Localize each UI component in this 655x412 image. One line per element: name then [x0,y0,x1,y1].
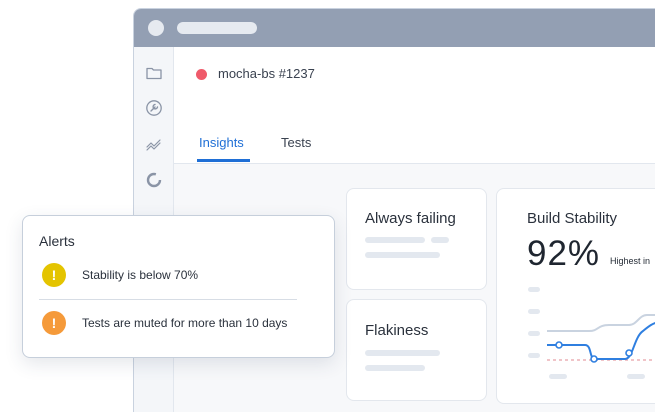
placeholder-line [365,365,425,371]
axis-placeholder [528,353,540,358]
placeholder-line [365,237,425,243]
alerts-title: Alerts [39,233,75,249]
active-tab-indicator [197,159,250,162]
data-point[interactable] [625,349,633,357]
stability-percentage: 92% [527,234,601,273]
build-status-dot [196,69,207,80]
alert-text: Tests are muted for more than 10 days [82,316,288,330]
build-stability-title: Build Stability [527,210,618,227]
reference-line [547,314,655,332]
flakiness-title: Flakiness [365,322,429,339]
tab-insights[interactable]: Insights [199,135,244,150]
axis-placeholder [627,374,645,379]
donut-icon[interactable] [145,171,163,189]
warning-icon: ! [42,263,66,287]
alerts-divider [39,299,297,300]
placeholder-line [431,237,449,243]
axis-placeholder [528,331,540,336]
placeholder-line [365,252,440,258]
stability-sparkline [528,287,655,379]
tab-bar: Insights Tests [174,135,655,164]
always-failing-title: Always failing [365,210,456,227]
axis-placeholder [528,287,540,292]
build-stability-card[interactable]: Build Stability 92% Highest in [496,188,655,404]
window-titlebar [134,9,655,47]
axis-placeholder [549,374,567,379]
stability-caption: Highest in [610,256,651,266]
data-point[interactable] [555,341,563,349]
trend-icon[interactable] [145,135,163,153]
alert-text: Stability is below 70% [82,268,199,282]
folder-icon[interactable] [145,64,163,82]
flakiness-card[interactable]: Flakiness [346,299,487,401]
always-failing-card[interactable]: Always failing [346,188,487,290]
wrench-icon[interactable] [145,99,163,117]
stage: mocha-bs #1237 Insights Tests Always fai… [0,0,655,412]
axis-placeholder [528,309,540,314]
alerts-panel: Alerts ! Stability is below 70% ! Tests … [22,215,335,358]
window-title-placeholder [177,22,257,34]
build-name[interactable]: mocha-bs #1237 [218,66,315,81]
placeholder-line [365,350,440,356]
warning-icon: ! [42,311,66,335]
window-control-dot[interactable] [148,20,164,36]
data-point[interactable] [590,355,598,363]
tab-tests[interactable]: Tests [281,135,311,150]
